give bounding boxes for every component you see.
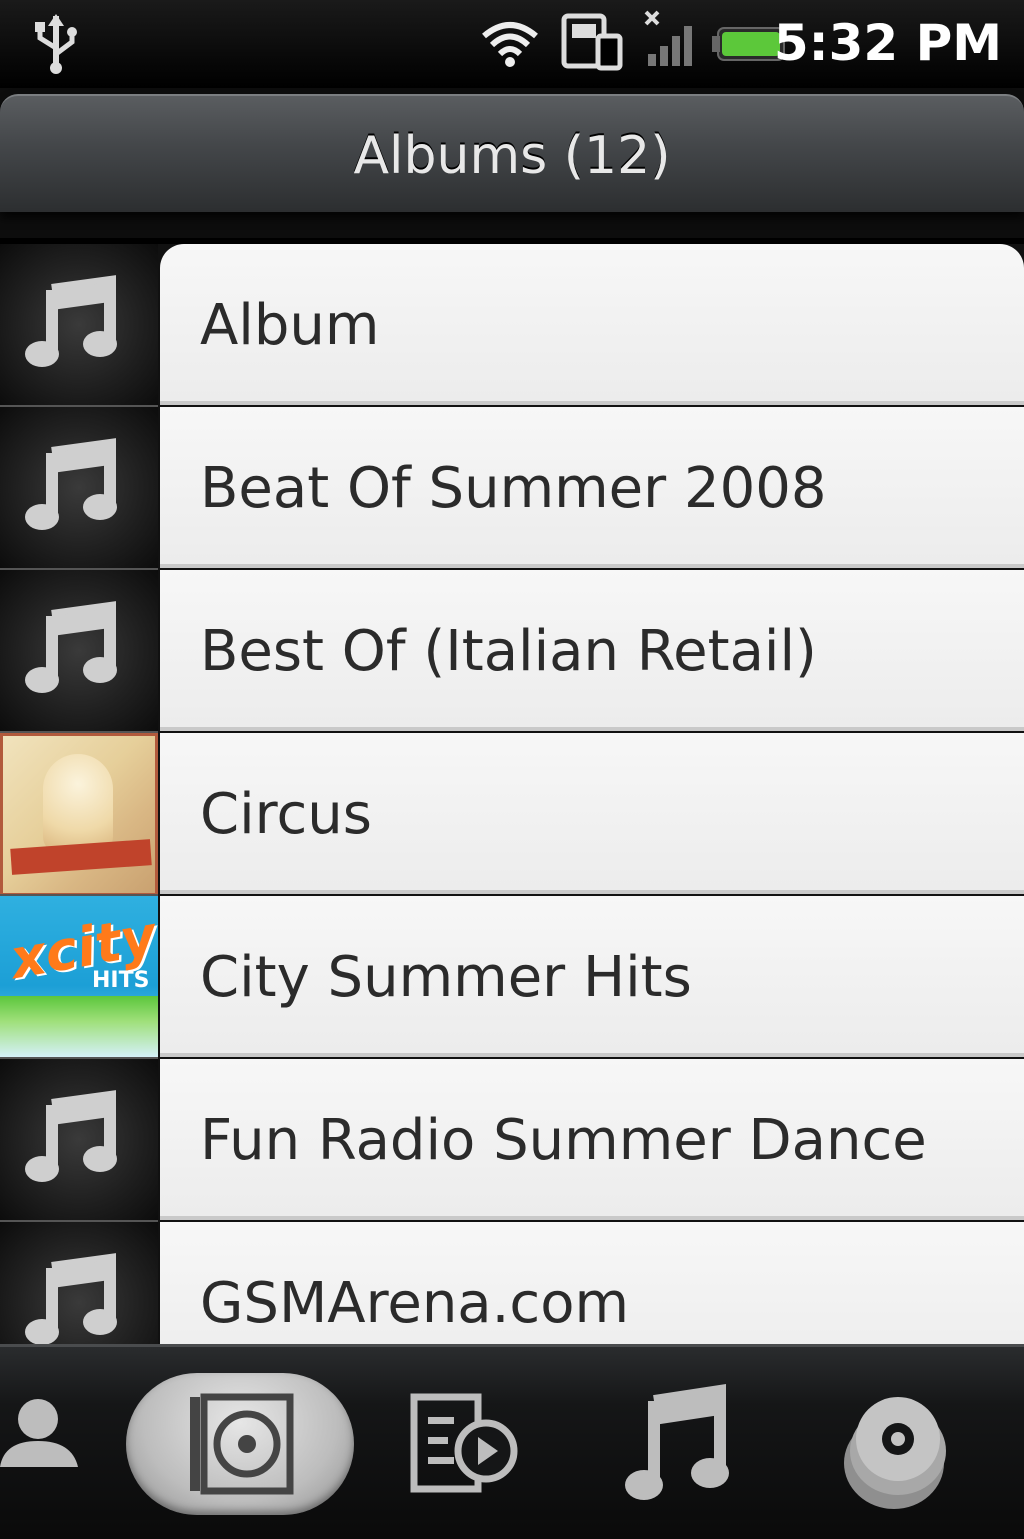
album-art <box>0 733 158 896</box>
title-bar: Albums (12) <box>0 88 1024 238</box>
album-row[interactable]: xcity HITS City Summer Hits <box>0 896 1024 1059</box>
title-bar-panel: Albums (12) <box>0 94 1024 212</box>
page-title: Albums (12) <box>353 126 671 186</box>
music-note-icon <box>25 601 117 693</box>
album-art <box>0 244 158 407</box>
album-row-body[interactable]: Fun Radio Summer Dance <box>160 1059 1024 1220</box>
album-title: GSMArena.com <box>200 1271 630 1336</box>
sync-icon <box>561 13 623 71</box>
tab-songs[interactable] <box>620 1367 740 1517</box>
tab-albums[interactable] <box>126 1373 354 1515</box>
signal-icon <box>644 10 692 66</box>
person-icon <box>0 1399 78 1467</box>
tab-playlists[interactable] <box>400 1367 530 1517</box>
album-art <box>0 1059 158 1222</box>
playlist-icon <box>410 1393 518 1493</box>
cover-banner <box>10 839 152 875</box>
music-note-icon <box>25 438 117 530</box>
album-title: Album <box>200 293 380 358</box>
album-row[interactable]: GSMArena.com <box>0 1222 1024 1344</box>
album-row-body[interactable]: GSMArena.com <box>160 1222 1024 1344</box>
usb-icon <box>35 14 77 74</box>
album-row[interactable]: Circus <box>0 733 1024 896</box>
album-title: Fun Radio Summer Dance <box>200 1108 927 1173</box>
album-row[interactable]: Best Of (Italian Retail) <box>0 570 1024 733</box>
bottom-tab-bar <box>0 1344 1024 1539</box>
clock: 5:32 PM <box>773 14 1002 72</box>
album-title: City Summer Hits <box>200 945 692 1010</box>
album-art <box>0 1222 158 1344</box>
cover-grass <box>0 996 158 1057</box>
music-note-icon <box>25 275 117 367</box>
album-row[interactable]: Album <box>0 244 1024 407</box>
album-row-body[interactable]: Album <box>160 244 1024 405</box>
album-cover-city-summer-hits: xcity HITS <box>0 896 158 1057</box>
tab-genres[interactable] <box>836 1367 956 1517</box>
album-row-body[interactable]: City Summer Hits <box>160 896 1024 1057</box>
music-note-icon <box>25 1090 117 1182</box>
album-row-body[interactable]: Circus <box>160 733 1024 894</box>
album-title: Best Of (Italian Retail) <box>200 619 817 684</box>
album-row-body[interactable]: Best Of (Italian Retail) <box>160 570 1024 731</box>
album-art <box>0 570 158 733</box>
music-note-icon <box>25 1253 117 1344</box>
music-note-icon <box>625 1384 729 1500</box>
album-title: Beat Of Summer 2008 <box>200 456 827 521</box>
cover-figure <box>43 754 113 854</box>
tab-artists[interactable] <box>0 1367 110 1517</box>
album-title: Circus <box>200 782 372 847</box>
album-row-body[interactable]: Beat Of Summer 2008 <box>160 407 1024 568</box>
album-art: xcity HITS <box>0 896 158 1059</box>
disc-stack-icon <box>844 1397 946 1509</box>
album-list[interactable]: Album Beat Of Summer 2008 Best Of (Itali… <box>0 244 1024 1344</box>
album-row[interactable]: Beat Of Summer 2008 <box>0 407 1024 570</box>
album-art <box>0 407 158 570</box>
album-row[interactable]: Fun Radio Summer Dance <box>0 1059 1024 1222</box>
cover-hits-text: HITS <box>92 968 150 993</box>
album-cover-circus <box>0 733 158 894</box>
album-icon <box>190 1393 294 1495</box>
status-bar: 5:32 PM <box>0 0 1024 88</box>
wifi-icon <box>482 22 538 67</box>
